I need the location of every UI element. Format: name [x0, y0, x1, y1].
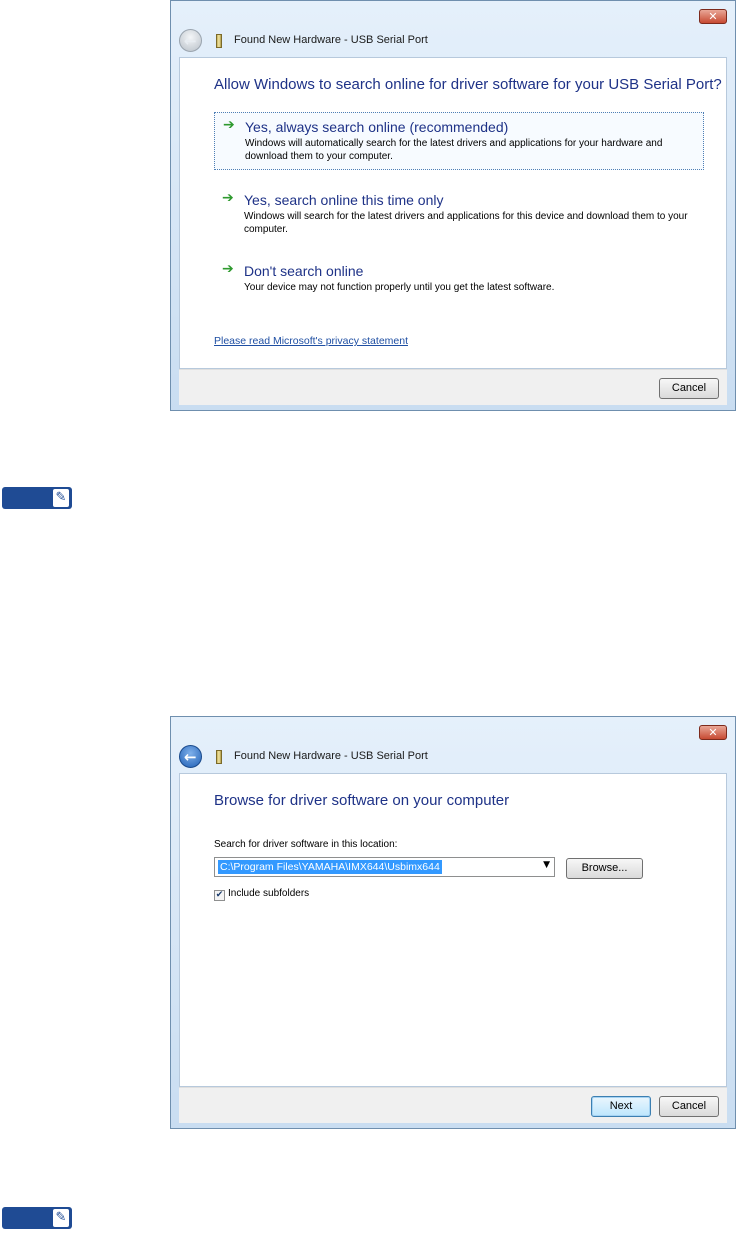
note-badge: ✎ [2, 1207, 72, 1229]
close-icon[interactable]: ✕ [699, 9, 727, 24]
usb-device-icon [216, 750, 222, 764]
browse-button[interactable]: Browse... [566, 858, 643, 879]
dialog-title: Found New Hardware - USB Serial Port [234, 34, 428, 46]
page-heading: Browse for driver software on your compu… [214, 792, 510, 809]
chevron-down-icon[interactable]: ▼ [543, 860, 550, 870]
include-subfolders-checkbox[interactable]: ✔ [214, 890, 225, 901]
green-arrow-icon: ➔ [222, 190, 234, 206]
dialog-content: Allow Windows to search online for drive… [179, 57, 727, 369]
dialog-footer: Cancel [179, 369, 727, 405]
green-arrow-icon: ➔ [222, 261, 234, 277]
titlebar: ← Found New Hardware - USB Serial Port [179, 745, 727, 769]
option-dont-search-online[interactable]: ➔ Don't search online Your device may no… [214, 257, 704, 300]
include-subfolders-label: Include subfolders [228, 888, 310, 899]
cancel-button[interactable]: Cancel [659, 1096, 719, 1117]
note-badge: ✎ [2, 487, 72, 509]
titlebar: ← Found New Hardware - USB Serial Port [179, 29, 727, 53]
option-always-search-online[interactable]: ➔ Yes, always search online (recommended… [214, 112, 704, 170]
privacy-statement-link[interactable]: Please read Microsoft's privacy statemen… [214, 335, 408, 347]
option-description: Windows will automatically search for th… [245, 138, 663, 162]
green-arrow-icon: ➔ [223, 117, 235, 133]
option-title: Don't search online [244, 263, 364, 279]
dialog-footer: Next Cancel [179, 1087, 727, 1123]
cancel-button[interactable]: Cancel [659, 378, 719, 399]
driver-path-combobox[interactable]: C:\Program Files\YAMAHA\IMX644\Usbimx644… [214, 857, 555, 877]
pencil-icon: ✎ [53, 489, 69, 507]
search-location-label: Search for driver software in this locat… [214, 839, 398, 850]
option-description: Windows will search for the latest drive… [244, 211, 688, 235]
option-search-online-this-time[interactable]: ➔ Yes, search online this time only Wind… [214, 186, 704, 242]
dialog-content: Browse for driver software on your compu… [179, 773, 727, 1087]
found-new-hardware-dialog-search-online: ✕ ← Found New Hardware - USB Serial Port… [170, 0, 736, 411]
option-title: Yes, always search online (recommended) [245, 119, 509, 135]
close-icon[interactable]: ✕ [699, 725, 727, 740]
usb-device-icon [216, 34, 222, 48]
option-title: Yes, search online this time only [244, 192, 444, 208]
page-heading: Allow Windows to search online for drive… [214, 76, 722, 93]
found-new-hardware-dialog-browse: ✕ ← Found New Hardware - USB Serial Port… [170, 716, 736, 1129]
back-arrow-icon[interactable]: ← [179, 745, 202, 768]
dialog-title: Found New Hardware - USB Serial Port [234, 750, 428, 762]
pencil-icon: ✎ [53, 1209, 69, 1227]
driver-path-value: C:\Program Files\YAMAHA\IMX644\Usbimx644 [218, 860, 442, 874]
back-arrow-icon: ← [179, 29, 202, 52]
next-button[interactable]: Next [591, 1096, 651, 1117]
option-description: Your device may not function properly un… [244, 282, 555, 293]
